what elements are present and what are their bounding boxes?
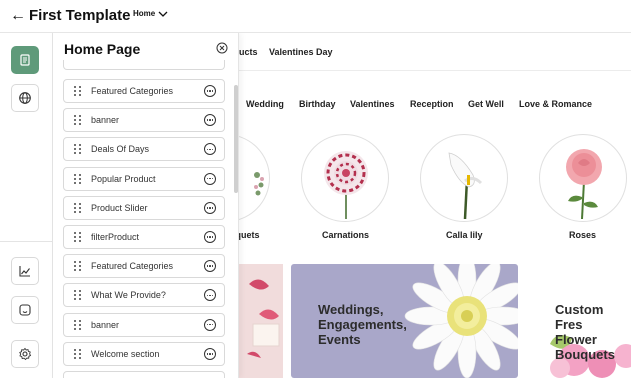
category-label-calla-lily[interactable]: Calla lily bbox=[446, 230, 483, 240]
category-label-carnations[interactable]: Carnations bbox=[322, 230, 369, 240]
preview-top-nav: ucts Valentines Day bbox=[239, 33, 631, 71]
chip-wedding[interactable]: Wedding bbox=[246, 99, 284, 109]
nav-link-products[interactable]: ucts bbox=[239, 47, 258, 57]
top-bar: ← First Template Home bbox=[0, 0, 631, 33]
section-item[interactable]: Featured Categories bbox=[63, 254, 225, 279]
globe-icon bbox=[19, 92, 31, 104]
banner-custom-bouquets[interactable]: Custom Fres Flower Bouquets bbox=[526, 264, 631, 378]
section-item-label: Deals Of Days bbox=[91, 144, 150, 155]
back-arrow-icon[interactable]: ← bbox=[10, 7, 26, 25]
panel-title: Home Page bbox=[64, 41, 141, 57]
more-options-icon[interactable] bbox=[204, 318, 216, 331]
drag-handle-icon[interactable] bbox=[74, 173, 82, 184]
section-item-label: Featured Categories bbox=[91, 261, 174, 272]
section-item-label: Welcome section bbox=[91, 348, 160, 359]
chip-valentines[interactable]: Valentines bbox=[350, 99, 395, 109]
drag-handle-icon[interactable] bbox=[74, 348, 82, 359]
template-title: First Template bbox=[29, 7, 131, 24]
more-options-icon[interactable] bbox=[204, 172, 216, 185]
section-item[interactable]: Product Slider bbox=[63, 195, 225, 220]
widget-button[interactable] bbox=[11, 296, 39, 324]
pages-button[interactable] bbox=[11, 46, 39, 74]
more-options-icon[interactable] bbox=[204, 347, 216, 360]
banner-weddings-text: Weddings, Engagements, Events bbox=[318, 302, 407, 347]
section-item[interactable]: Featured Categories bbox=[63, 79, 225, 103]
more-options-icon[interactable] bbox=[204, 201, 216, 214]
more-options-icon[interactable] bbox=[204, 289, 216, 302]
banner-custom-bouquets-text: Custom Fres Flower Bouquets bbox=[555, 302, 615, 362]
analytics-button[interactable] bbox=[11, 257, 39, 285]
widget-icon bbox=[19, 304, 31, 316]
category-bouquets-image[interactable] bbox=[239, 134, 270, 222]
category-roses-image[interactable] bbox=[539, 134, 627, 222]
drag-handle-icon[interactable] bbox=[74, 232, 82, 242]
chevron-down-icon bbox=[158, 11, 168, 17]
section-item[interactable]: banner bbox=[63, 108, 225, 133]
banner-weddings[interactable]: Weddings, Engagements, Events bbox=[291, 264, 518, 378]
chip-reception[interactable]: Reception bbox=[410, 99, 454, 109]
more-options-icon[interactable] bbox=[204, 260, 216, 273]
section-item-label: Featured Categories bbox=[91, 86, 174, 96]
section-item-label: Product Slider bbox=[91, 202, 148, 213]
drag-handle-icon[interactable] bbox=[74, 202, 82, 213]
drag-handle-icon[interactable] bbox=[74, 144, 82, 155]
section-item-label: filterProduct bbox=[91, 232, 140, 242]
section-item[interactable]: filterProduct bbox=[63, 225, 225, 249]
more-options-icon[interactable] bbox=[204, 85, 216, 97]
settings-button[interactable] bbox=[11, 340, 39, 368]
settings-icon bbox=[19, 347, 32, 361]
drag-handle-icon[interactable] bbox=[74, 319, 82, 330]
sections-panel: Home Page Featured Categories banner Deals… bbox=[53, 33, 239, 378]
category-calla-lily-image[interactable] bbox=[420, 134, 508, 222]
category-label-roses[interactable]: Roses bbox=[569, 230, 596, 240]
site-preview: ucts Valentines Day Wedding Birthday Val… bbox=[239, 33, 631, 378]
section-item-partial[interactable] bbox=[63, 371, 225, 378]
category-carnations-image[interactable] bbox=[301, 134, 389, 222]
close-icon[interactable] bbox=[216, 42, 228, 54]
section-item[interactable]: What We Provide? bbox=[63, 283, 225, 308]
section-item[interactable]: Deals Of Days bbox=[63, 137, 225, 162]
section-item-label: What We Provide? bbox=[91, 290, 166, 301]
website-button[interactable] bbox=[11, 84, 39, 112]
category-label-bouquets[interactable]: uquets bbox=[239, 230, 260, 240]
page-dropdown[interactable]: Home bbox=[133, 9, 168, 18]
more-options-icon[interactable] bbox=[204, 231, 216, 243]
chip-get-well[interactable]: Get Well bbox=[468, 99, 504, 109]
section-item[interactable]: Welcome section bbox=[63, 341, 225, 366]
drag-handle-icon[interactable] bbox=[74, 86, 82, 96]
analytics-icon bbox=[19, 266, 30, 277]
chip-birthday[interactable]: Birthday bbox=[299, 99, 336, 109]
nav-link-valentines-day[interactable]: Valentines Day bbox=[269, 47, 333, 57]
section-item[interactable]: banner bbox=[63, 312, 225, 337]
icon-rail bbox=[0, 33, 53, 378]
banner-left-image[interactable] bbox=[239, 264, 283, 378]
section-item-label: banner bbox=[91, 319, 120, 330]
drag-handle-icon[interactable] bbox=[74, 290, 82, 301]
more-options-icon[interactable] bbox=[204, 114, 216, 127]
section-item-partial[interactable] bbox=[63, 60, 225, 70]
section-item-label: banner bbox=[91, 115, 120, 126]
drag-handle-icon[interactable] bbox=[74, 261, 82, 272]
panel-scrollbar[interactable] bbox=[234, 85, 238, 193]
page-dropdown-label: Home bbox=[133, 9, 156, 18]
section-item[interactable]: Popular Product bbox=[63, 166, 225, 191]
section-item-label: Popular Product bbox=[91, 173, 156, 184]
chip-love-romance[interactable]: Love & Romance bbox=[519, 99, 592, 109]
rail-divider bbox=[0, 241, 53, 242]
more-options-icon[interactable] bbox=[204, 143, 216, 156]
drag-handle-icon[interactable] bbox=[74, 115, 82, 126]
page-icon bbox=[20, 54, 30, 66]
